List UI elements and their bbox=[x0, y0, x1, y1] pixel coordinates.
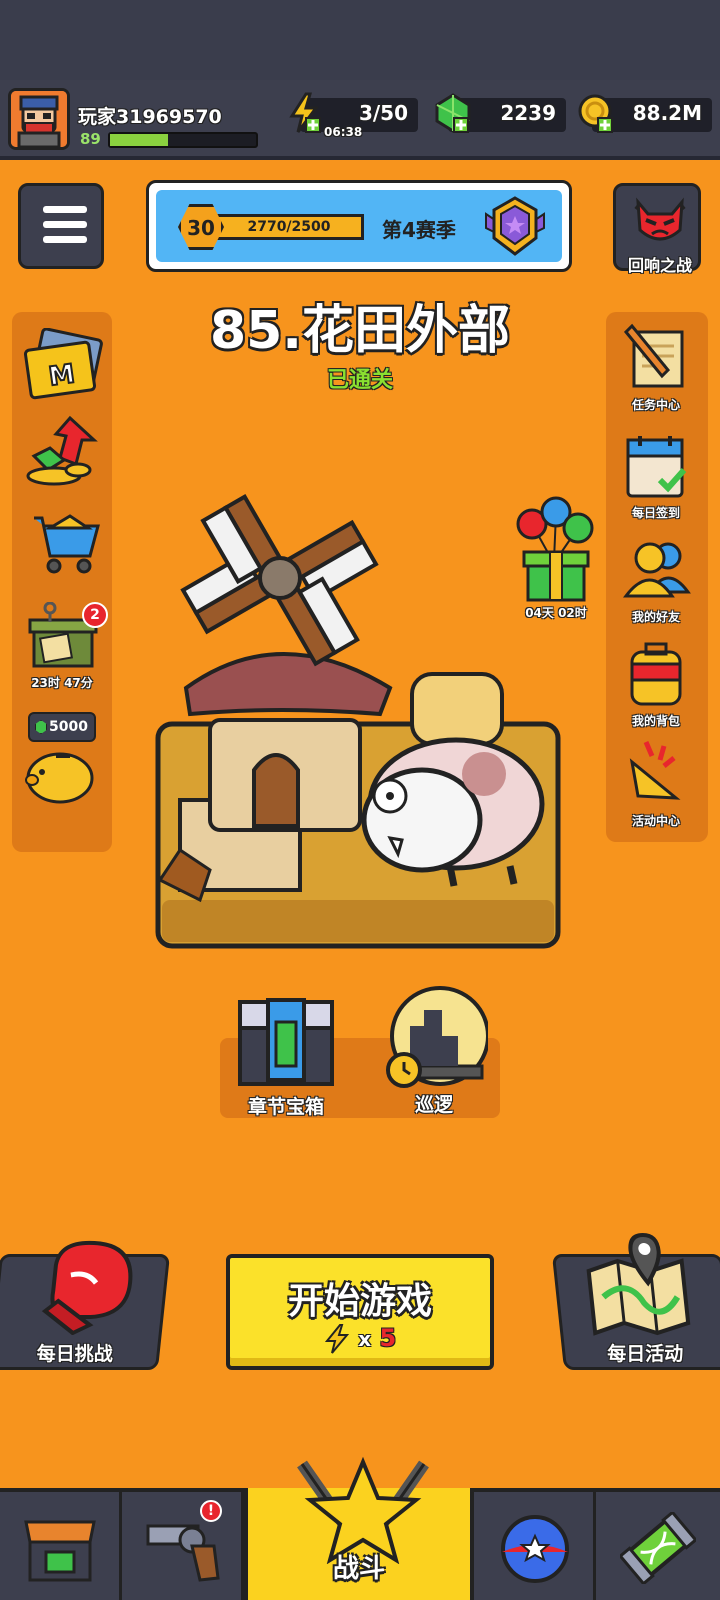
player-level: 89 bbox=[80, 130, 101, 148]
scroll-icon bbox=[623, 323, 684, 388]
event-center-button[interactable]: 活动中心 bbox=[606, 732, 706, 832]
coins-counter[interactable]: 88.2M bbox=[578, 94, 712, 133]
growth-arrow-icon bbox=[26, 415, 98, 486]
energy-counter[interactable]: 3/50 06:38 bbox=[289, 92, 418, 139]
coins-value: 88.2M bbox=[632, 101, 702, 125]
piggy-gems-value: 5000 bbox=[49, 719, 88, 735]
menu-button[interactable] bbox=[18, 183, 104, 269]
coin-plus-icon bbox=[578, 94, 613, 133]
daily-checkin-button[interactable]: 每日签到 bbox=[606, 430, 706, 522]
boxing-glove-icon bbox=[41, 1240, 133, 1335]
patrol-button[interactable] bbox=[384, 986, 490, 1090]
season-label: 第4赛季 bbox=[382, 218, 456, 242]
backpack-icon bbox=[630, 642, 682, 706]
echo-battle-button[interactable]: 回响之战 bbox=[613, 183, 701, 275]
party-popper-icon bbox=[629, 741, 681, 800]
demon-icon bbox=[634, 197, 686, 241]
treasure-map-icon bbox=[586, 1232, 691, 1336]
daily-checkin-label: 每日签到 bbox=[631, 506, 680, 520]
growth-fund-button[interactable] bbox=[12, 412, 112, 492]
start-cost-x: x bbox=[358, 1327, 372, 1351]
nav-weapons[interactable]: ! bbox=[122, 1492, 244, 1600]
task-center-button[interactable]: 任务中心 bbox=[606, 322, 706, 414]
start-game-label: 开始游戏 bbox=[287, 1281, 432, 1322]
piggy-bank-button[interactable]: 5000 bbox=[12, 712, 112, 822]
player-name: 玩家31969570 bbox=[78, 106, 222, 128]
friends-label: 我的好友 bbox=[631, 610, 680, 624]
gems-counter[interactable]: 2239 bbox=[435, 93, 566, 133]
season-level-badge: 30 bbox=[178, 204, 224, 250]
monthly-card-icon: M bbox=[23, 327, 103, 400]
shop-cart-button[interactable] bbox=[12, 498, 112, 582]
gem-icon bbox=[35, 720, 47, 734]
top-bar: 玩家31969570 89 3/50 06:38 2239 88.2M bbox=[0, 80, 720, 160]
chest-icon bbox=[238, 998, 334, 1086]
menu-icon bbox=[43, 206, 87, 251]
event-center-label: 活动中心 bbox=[631, 814, 680, 828]
friends-icon bbox=[622, 542, 691, 598]
nav-talent[interactable] bbox=[474, 1492, 596, 1600]
stage-scene-illustration bbox=[155, 494, 561, 949]
shop-icon bbox=[24, 1520, 96, 1582]
nav-battle-label: 战斗 bbox=[332, 1554, 385, 1584]
daily-challenge-button[interactable]: 每日挑战 bbox=[0, 1240, 171, 1370]
player-xp-bar bbox=[108, 132, 258, 148]
player-avatar[interactable] bbox=[8, 88, 70, 150]
weapons-alert-badge: ! bbox=[200, 1500, 222, 1522]
backpack-button[interactable]: 我的背包 bbox=[606, 638, 706, 730]
piggy-gems-bubble: 5000 bbox=[28, 712, 96, 742]
daily-activity-label: 每日活动 bbox=[607, 1343, 684, 1365]
nav-evolve[interactable] bbox=[596, 1492, 720, 1600]
status-bar bbox=[0, 0, 720, 80]
backpack-label: 我的背包 bbox=[631, 714, 680, 728]
right-rail: 任务中心 每日签到 我的好友 我的背包 活动中心 bbox=[606, 312, 708, 842]
dna-capsule-icon bbox=[620, 1512, 696, 1584]
energy-value: 3/50 bbox=[358, 101, 408, 125]
supply-timer: 23时 47分 bbox=[31, 676, 93, 690]
patrol-city-icon bbox=[386, 986, 490, 1088]
shopping-cart-icon bbox=[34, 514, 100, 574]
patrol-label: 巡逻 bbox=[414, 1094, 453, 1116]
start-cost-value: 5 bbox=[379, 1324, 397, 1352]
energy-icon bbox=[324, 1324, 349, 1354]
svg-text:M: M bbox=[47, 359, 77, 392]
start-cost: x 5 bbox=[230, 1324, 490, 1354]
season-rank-icon bbox=[485, 196, 545, 256]
task-center-label: 任务中心 bbox=[631, 398, 680, 412]
supply-badge: 2 bbox=[82, 602, 108, 628]
supply-crate-button[interactable]: 2 23时 47分 bbox=[12, 601, 112, 690]
chapter-chest-label: 章节宝箱 bbox=[247, 1096, 324, 1118]
nav-shop[interactable] bbox=[0, 1492, 122, 1600]
gem-plus-icon bbox=[435, 93, 471, 133]
daily-challenge-label: 每日挑战 bbox=[36, 1343, 113, 1365]
season-panel[interactable]: 2770/2500 30 第4赛季 bbox=[146, 180, 572, 272]
calendar-icon bbox=[626, 436, 687, 498]
nav-battle[interactable]: 战斗 bbox=[244, 1456, 474, 1600]
monthly-card-button[interactable]: M bbox=[12, 327, 112, 408]
star-orb-icon bbox=[501, 1515, 569, 1583]
gems-value: 2239 bbox=[500, 101, 556, 125]
energy-timer: 06:38 bbox=[324, 125, 363, 139]
daily-activity-button[interactable]: 每日活动 bbox=[551, 1232, 720, 1370]
start-game-button[interactable]: 开始游戏 x 5 bbox=[226, 1254, 494, 1370]
season-xp-bar: 2770/2500 bbox=[214, 214, 364, 240]
energy-plus-icon bbox=[289, 92, 321, 133]
friends-button[interactable]: 我的好友 bbox=[606, 534, 706, 626]
chapter-chest-button[interactable] bbox=[236, 992, 336, 1092]
piggy-bank-icon bbox=[25, 752, 94, 804]
left-rail: M 2 23时 47分 5000 bbox=[12, 312, 112, 852]
echo-battle-label: 回响之战 bbox=[627, 256, 692, 275]
